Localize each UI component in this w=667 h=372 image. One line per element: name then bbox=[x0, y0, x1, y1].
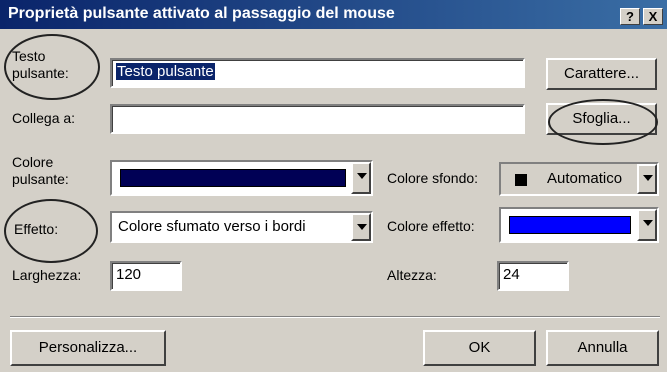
effect-value: Colore sfumato verso i bordi bbox=[118, 218, 306, 235]
chevron-down-icon[interactable] bbox=[637, 164, 657, 194]
effect-color-swatch bbox=[509, 216, 631, 234]
chevron-down-icon[interactable] bbox=[351, 213, 371, 241]
browse-button[interactable]: Sfoglia... bbox=[546, 103, 657, 135]
link-label: Collega a: bbox=[12, 110, 76, 126]
width-input[interactable]: 120 bbox=[110, 261, 182, 291]
effect-color-dropdown[interactable] bbox=[499, 207, 659, 243]
button-color-label-line1: Colore bbox=[12, 154, 54, 170]
button-color-dropdown[interactable] bbox=[110, 160, 373, 196]
button-color-label-line2: pulsante: bbox=[12, 171, 69, 187]
height-label: Altezza: bbox=[387, 267, 437, 283]
customize-button[interactable]: Personalizza... bbox=[10, 330, 166, 366]
button-text-label-line1: Testo bbox=[12, 48, 46, 64]
button-color-label: Colore pulsante: bbox=[12, 154, 69, 188]
bg-color-swatch bbox=[515, 174, 527, 186]
button-text-value: Testo pulsante bbox=[116, 63, 215, 80]
link-input[interactable] bbox=[110, 104, 525, 134]
font-button[interactable]: Carattere... bbox=[546, 58, 657, 90]
effect-dropdown[interactable]: Colore sfumato verso i bordi bbox=[110, 211, 373, 243]
button-text-label-line2: pulsante: bbox=[12, 65, 69, 81]
ok-button[interactable]: OK bbox=[423, 330, 536, 366]
button-text-input[interactable]: Testo pulsante bbox=[110, 58, 525, 88]
bg-color-dropdown[interactable]: Automatico bbox=[499, 162, 659, 196]
button-color-swatch bbox=[120, 169, 346, 187]
chevron-down-icon[interactable] bbox=[351, 162, 371, 194]
button-text-label: Testo pulsante: bbox=[12, 48, 69, 82]
cancel-button[interactable]: Annulla bbox=[546, 330, 659, 366]
effect-label: Effetto: bbox=[14, 221, 59, 237]
dialog-title: Proprietà pulsante attivato al passaggio… bbox=[8, 5, 395, 22]
chevron-down-icon[interactable] bbox=[637, 209, 657, 241]
effect-color-label: Colore effetto: bbox=[387, 218, 475, 234]
close-button[interactable]: X bbox=[643, 8, 663, 25]
width-label: Larghezza: bbox=[12, 267, 82, 283]
height-input[interactable]: 24 bbox=[497, 261, 569, 291]
separator-highlight bbox=[10, 317, 660, 318]
bg-color-value: Automatico bbox=[547, 170, 623, 187]
help-button[interactable]: ? bbox=[620, 8, 640, 25]
bg-color-label: Colore sfondo: bbox=[387, 170, 479, 186]
